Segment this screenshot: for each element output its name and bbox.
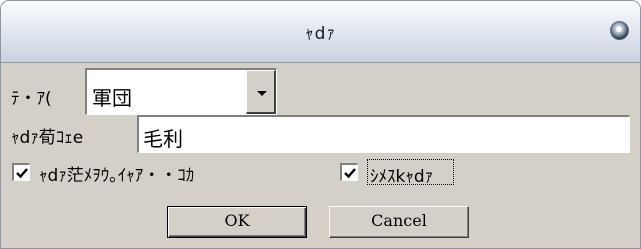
checkbox-1[interactable] bbox=[12, 163, 30, 181]
field1-dropdown-value: 軍団 bbox=[92, 86, 132, 110]
title-bar[interactable]: ｬdｧ bbox=[1, 1, 640, 63]
field1-label: ﾃ・ｱ( bbox=[11, 89, 52, 109]
checkbox-2[interactable] bbox=[340, 163, 358, 181]
dropdown-button[interactable] bbox=[246, 70, 276, 114]
check-icon bbox=[16, 168, 28, 179]
field1-dropdown[interactable]: 軍団 bbox=[85, 68, 277, 115]
cancel-button[interactable]: Cancel bbox=[329, 206, 469, 238]
ok-button[interactable]: OK bbox=[167, 206, 307, 238]
chevron-down-icon bbox=[257, 91, 267, 96]
checkbox-2-label[interactable]: ｼﾒｽkｬdｧ bbox=[367, 159, 454, 185]
checkbox-1-label[interactable]: ｬdｧ茫ﾒｦｳ｡ｲｬｱ・・ｺｶ bbox=[39, 161, 331, 186]
field2-input[interactable]: 毛利 bbox=[137, 115, 630, 153]
field2-label: ｬdｧ荀ｺｪe bbox=[11, 128, 84, 148]
check-icon bbox=[344, 168, 356, 179]
window-title: ｬdｧ bbox=[305, 24, 336, 44]
close-icon[interactable] bbox=[610, 21, 629, 40]
dialog-window: ｬdｧ ﾃ・ｱ( 軍団 ｬdｧ荀ｺｪe 毛利 ｬdｧ茫ﾒｦｳ｡ｲｬｱ・・ｺｶ ｼ… bbox=[0, 0, 641, 249]
